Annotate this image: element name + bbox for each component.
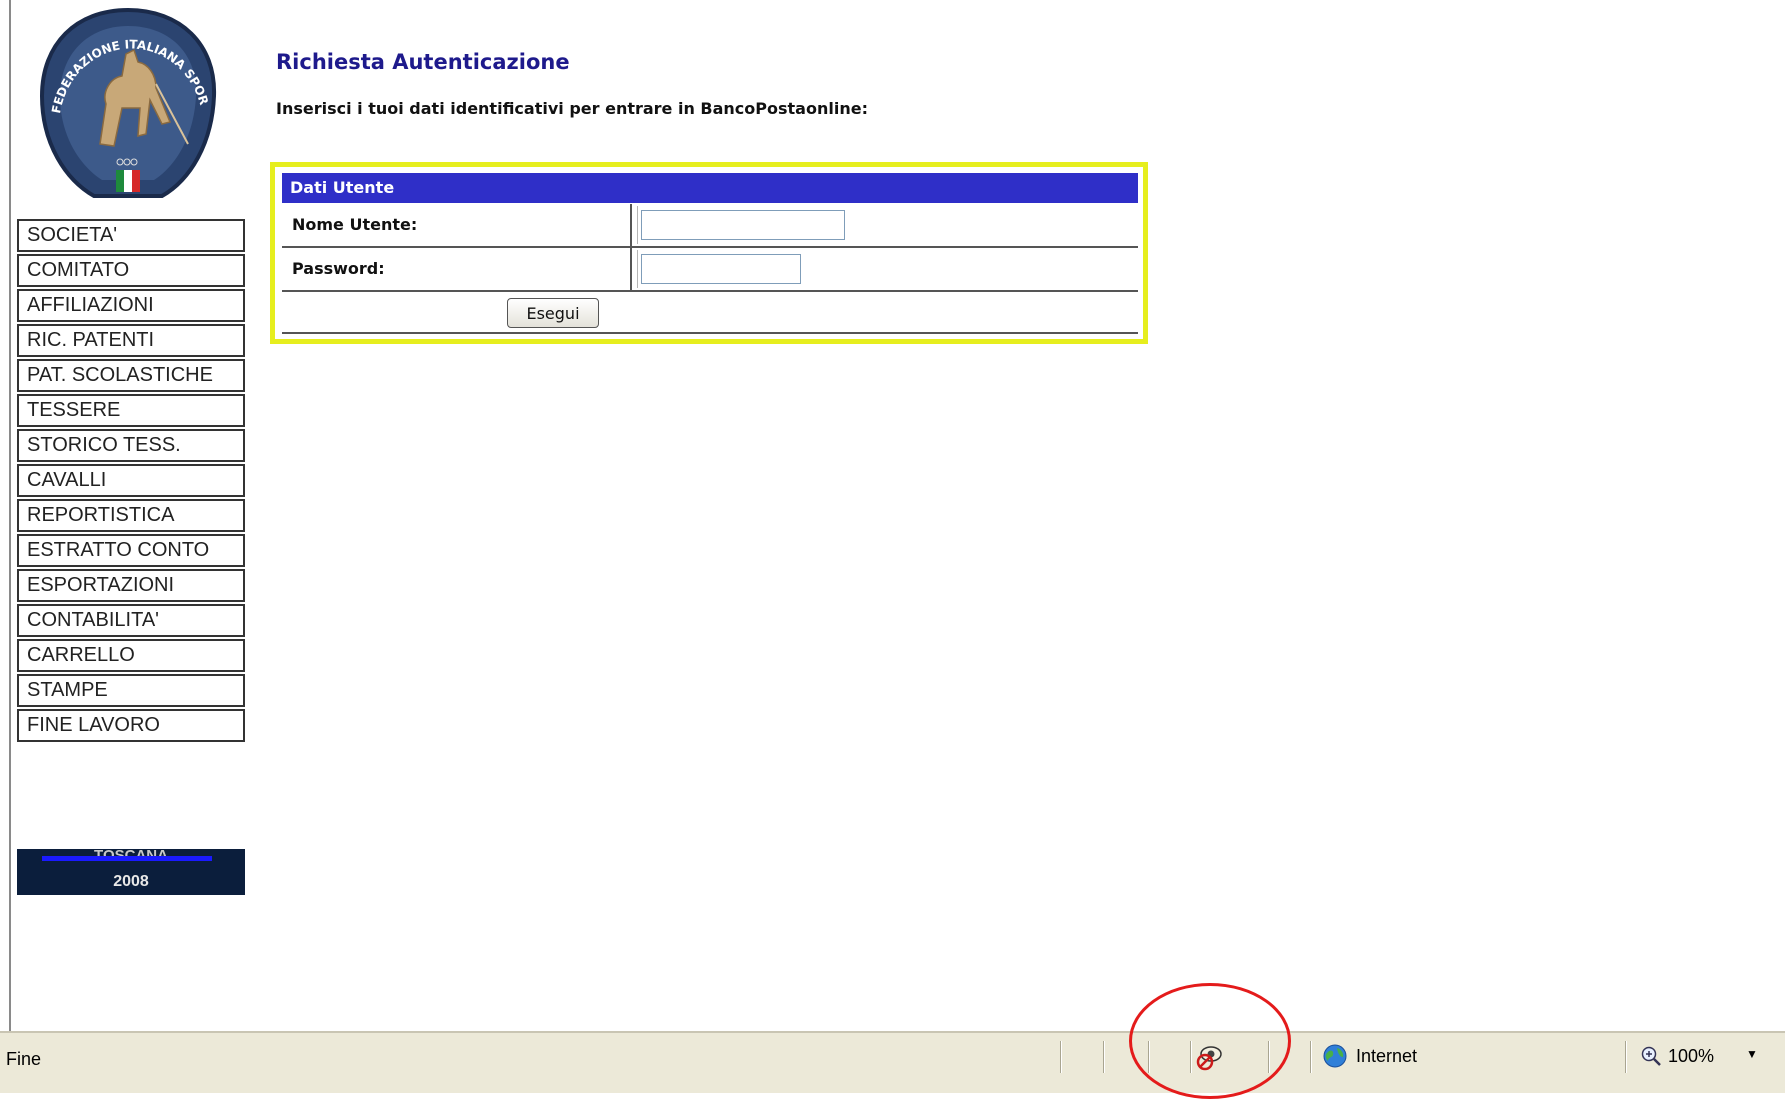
menu-item-ric-patenti[interactable]: RIC. PATENTI	[17, 324, 245, 357]
menu-item-estratto-conto[interactable]: ESTRATTO CONTO	[17, 534, 245, 567]
menu-item-reportistica[interactable]: REPORTISTICA	[17, 499, 245, 532]
page-title: Richiesta Autenticazione	[276, 50, 570, 74]
statusbar-separator	[1268, 1041, 1270, 1073]
statusbar-separator	[1148, 1041, 1150, 1073]
menu-item-contabilita[interactable]: CONTABILITA'	[17, 604, 245, 637]
privacy-icon[interactable]	[1194, 1042, 1224, 1072]
menu-item-stampe[interactable]: STAMPE	[17, 674, 245, 707]
statusbar-separator	[1310, 1041, 1312, 1073]
zone-label: Internet	[1356, 1045, 1418, 1066]
menu-item-comitato[interactable]: COMITATO	[17, 254, 245, 287]
menu-item-carrello[interactable]: CARRELLO	[17, 639, 245, 672]
menu-item-societa[interactable]: SOCIETA'	[17, 219, 245, 252]
browser-viewport: FEDERAZIONE ITALIANA SPORT EQUESTRI SOCI…	[0, 0, 1785, 1031]
status-text: Fine	[6, 1049, 42, 1069]
login-header: Dati Utente	[282, 173, 1138, 203]
fise-logo: FEDERAZIONE ITALIANA SPORT EQUESTRI	[25, 0, 226, 210]
username-label: Nome Utente:	[282, 204, 632, 246]
statusbar-separator	[1060, 1041, 1062, 1073]
statusbar-separator	[1103, 1041, 1105, 1073]
statusbar-separator	[1625, 1041, 1627, 1073]
menu-item-tessere[interactable]: TESSERE	[17, 394, 245, 427]
frame-divider	[9, 0, 11, 1031]
globe-icon	[1323, 1044, 1347, 1068]
banner-year: 2008	[113, 873, 149, 890]
zoom-label: 100%	[1668, 1045, 1715, 1066]
banner-stripe	[42, 856, 212, 861]
region-banner: TOSCANA 2008	[17, 849, 245, 895]
password-input[interactable]	[641, 254, 801, 284]
menu-item-pat-scolastiche[interactable]: PAT. SCOLASTICHE	[17, 359, 245, 392]
menu-item-cavalli[interactable]: CAVALLI	[17, 464, 245, 497]
password-label: Password:	[282, 248, 632, 290]
instructions-text: Inserisci i tuoi dati identificativi per…	[276, 99, 868, 118]
login-form: Dati Utente Nome Utente: Password: Esegu…	[270, 162, 1148, 344]
password-row: Password:	[282, 248, 1138, 292]
menu-item-storico-tess[interactable]: STORICO TESS.	[17, 429, 245, 462]
main-menu: SOCIETA' COMITATO AFFILIAZIONI RIC. PATE…	[17, 219, 245, 744]
username-input[interactable]	[641, 210, 845, 240]
submit-row: Esegui	[282, 292, 1138, 334]
menu-item-affiliazioni[interactable]: AFFILIAZIONI	[17, 289, 245, 322]
chevron-down-icon[interactable]: ▼	[1746, 1047, 1758, 1061]
zoom-control[interactable]: 100%	[1640, 1041, 1714, 1071]
submit-button[interactable]: Esegui	[507, 298, 599, 328]
field-divider	[637, 250, 640, 288]
statusbar-separator	[1190, 1041, 1192, 1073]
field-divider	[637, 206, 640, 244]
security-zone[interactable]: Internet	[1322, 1041, 1417, 1071]
browser-statusbar: Fine Internet 100% ▼	[0, 1031, 1785, 1093]
menu-item-fine-lavoro[interactable]: FINE LAVORO	[17, 709, 245, 742]
menu-item-esportazioni[interactable]: ESPORTAZIONI	[17, 569, 245, 602]
zoom-icon	[1641, 1046, 1661, 1066]
username-row: Nome Utente:	[282, 204, 1138, 248]
